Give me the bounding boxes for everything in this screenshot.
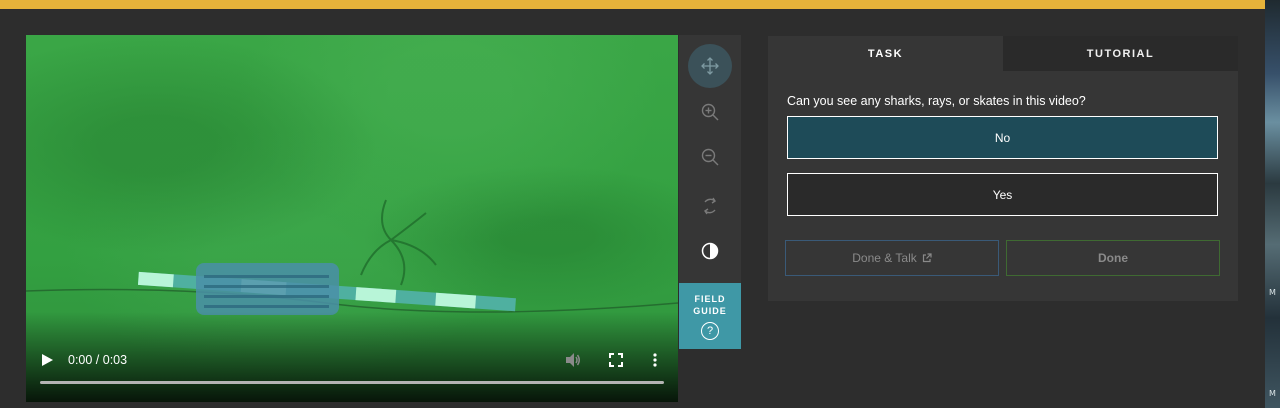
move-icon <box>701 57 719 75</box>
rotate-icon <box>704 197 716 215</box>
top-bar <box>0 0 1265 9</box>
video-time: 0:00 / 0:03 <box>68 353 128 367</box>
zoom-in-icon <box>701 103 719 121</box>
done-and-talk-label: Done & Talk <box>852 251 917 265</box>
external-link-icon <box>922 253 932 263</box>
zoom-out-button[interactable] <box>688 135 732 179</box>
more-options-button[interactable] <box>650 352 660 368</box>
help-icon: ? <box>701 322 719 340</box>
invert-colors-button[interactable] <box>688 229 732 273</box>
answer-yes-button[interactable]: Yes <box>787 173 1218 216</box>
rotate-button[interactable] <box>688 184 732 228</box>
zoom-in-button[interactable] <box>688 90 732 134</box>
play-icon <box>42 354 53 366</box>
task-panel: TASK TUTORIAL Can you see any sharks, ra… <box>768 36 1238 301</box>
background-photo-edge: M M <box>1265 0 1280 408</box>
invert-icon <box>701 242 719 260</box>
play-button[interactable] <box>40 352 54 368</box>
volume-button[interactable] <box>565 352 581 368</box>
tab-task[interactable]: TASK <box>768 36 1003 71</box>
panel-tabs: TASK TUTORIAL <box>768 36 1238 71</box>
move-button[interactable] <box>688 44 732 88</box>
fullscreen-button[interactable] <box>608 352 624 368</box>
done-and-talk-button[interactable]: Done & Talk <box>785 240 999 276</box>
answer-no-button[interactable]: No <box>787 116 1218 159</box>
zoom-out-icon <box>701 148 719 166</box>
more-vertical-icon <box>653 353 657 367</box>
video-progress-bar[interactable] <box>40 381 664 384</box>
tab-tutorial[interactable]: TUTORIAL <box>1003 36 1238 71</box>
task-question: Can you see any sharks, rays, or skates … <box>787 94 1086 108</box>
video-player[interactable]: 0:00 / 0:03 <box>26 35 678 402</box>
volume-icon <box>566 353 580 367</box>
fullscreen-icon <box>609 353 623 367</box>
help-icon-glyph: ? <box>706 325 714 337</box>
field-guide-button[interactable]: FIELD GUIDE ? <box>679 283 741 349</box>
field-guide-label: FIELD GUIDE <box>693 294 727 316</box>
done-button[interactable]: Done <box>1006 240 1220 276</box>
